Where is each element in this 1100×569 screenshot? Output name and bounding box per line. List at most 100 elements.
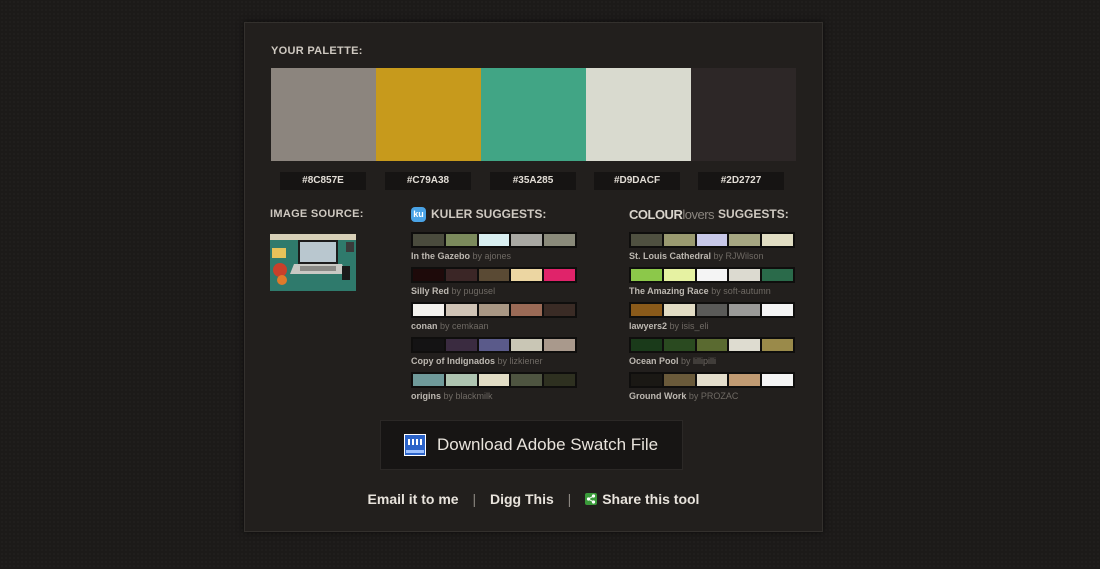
kuler-suggestion-swatches[interactable] [411, 232, 577, 248]
swatch-color [511, 374, 543, 386]
kuler-suggestion-caption: Silly Red by pugusel [411, 286, 577, 296]
swatch-color [445, 374, 477, 386]
swatch-color [511, 234, 543, 246]
palette-heading: YOUR PALETTE: [271, 45, 363, 57]
kuler-suggestion[interactable]: In the Gazebo by ajones [411, 232, 577, 261]
colourlovers-suggestion[interactable]: St. Louis Cathedral by RJWilson [629, 232, 795, 261]
kuler-suggestion-author[interactable]: by blackmilk [444, 391, 493, 401]
swatch-color [663, 374, 695, 386]
kuler-suggestion-caption: Copy of Indignados by lizkiener [411, 356, 577, 366]
colourlovers-suggestion-swatches[interactable] [629, 232, 795, 248]
colourlovers-suggestion[interactable]: lawyers2 by isis_eli [629, 302, 795, 331]
kuler-suggestion-name[interactable]: origins [411, 391, 441, 401]
colourlovers-suggestion[interactable]: Ocean Pool by lillipilli [629, 337, 795, 366]
swatch-color [729, 234, 761, 246]
kuler-suggestion-caption: origins by blackmilk [411, 391, 577, 401]
colourlovers-suggestion-author[interactable]: by PROZAC [689, 391, 739, 401]
share-links: Email it to me | Digg This | Share this … [245, 491, 822, 507]
colourlovers-suggestion[interactable]: The Amazing Race by soft-autumn [629, 267, 795, 296]
kuler-suggestion-name[interactable]: In the Gazebo [411, 251, 470, 261]
swatch-color [762, 269, 793, 281]
colourlovers-suggestion-name[interactable]: St. Louis Cathedral [629, 251, 711, 261]
swatch-color [631, 339, 662, 351]
hex-code-3[interactable]: #35A285 [490, 172, 576, 190]
kuler-suggestion-swatches[interactable] [411, 267, 577, 283]
image-source-heading: IMAGE SOURCE: [270, 208, 364, 220]
colourlovers-heading: COLOURlovers SUGGESTS: [629, 205, 799, 223]
swatch-color [696, 269, 728, 281]
colourlovers-suggestion-swatches[interactable] [629, 302, 795, 318]
swatch-color [445, 269, 477, 281]
colourlovers-suggestion-caption: Ground Work by PROZAC [629, 391, 795, 401]
share-icon [585, 493, 598, 505]
kuler-logo-icon: ku [411, 206, 426, 222]
swatch-color [631, 269, 662, 281]
kuler-suggestion-name[interactable]: conan [411, 321, 438, 331]
swatch-color [511, 339, 543, 351]
palette-swatch-3[interactable] [481, 68, 586, 161]
colourlovers-suggestion-swatches[interactable] [629, 337, 795, 353]
kuler-suggestion[interactable]: conan by cemkaan [411, 302, 577, 331]
palette-swatch-5[interactable] [691, 68, 796, 161]
kuler-suggestion[interactable]: Copy of Indignados by lizkiener [411, 337, 577, 366]
swatch-color [544, 304, 575, 316]
colourlovers-suggestion-swatches[interactable] [629, 267, 795, 283]
email-link[interactable]: Email it to me [368, 491, 459, 507]
palette-swatch-4[interactable] [586, 68, 691, 161]
download-swatch-label: Download Adobe Swatch File [437, 435, 659, 454]
kuler-suggestion-author[interactable]: by cemkaan [440, 321, 489, 331]
download-swatch-button[interactable]: Download Adobe Swatch File [380, 420, 683, 470]
image-source-thumbnail[interactable] [270, 234, 356, 291]
digg-link[interactable]: Digg This [490, 491, 554, 507]
share-link-label: Share this tool [602, 491, 700, 507]
kuler-suggestion-name[interactable]: Silly Red [411, 286, 449, 296]
colourlovers-suggestion-name[interactable]: lawyers2 [629, 321, 667, 331]
colourlovers-logo-bold: COLOUR [629, 206, 683, 222]
colourlovers-suggestion-name[interactable]: Ground Work [629, 391, 686, 401]
kuler-suggestion-swatches[interactable] [411, 337, 577, 353]
swatch-color [696, 374, 728, 386]
kuler-suggestion-author[interactable]: by ajones [473, 251, 512, 261]
swatch-color [544, 374, 575, 386]
colourlovers-suggestion-author[interactable]: by isis_eli [670, 321, 709, 331]
colourlovers-suggestion-author[interactable]: by lillipilli [681, 356, 716, 366]
swatch-color [478, 339, 510, 351]
kuler-suggestion-name[interactable]: Copy of Indignados [411, 356, 495, 366]
kuler-suggestion-swatches[interactable] [411, 302, 577, 318]
swatch-color [413, 269, 444, 281]
colourlovers-suggestion-name[interactable]: The Amazing Race [629, 286, 709, 296]
hex-code-4[interactable]: #D9DACF [594, 172, 680, 190]
swatch-color [478, 304, 510, 316]
colourlovers-suggestion-author[interactable]: by soft-autumn [711, 286, 771, 296]
kuler-suggestion-author[interactable]: by lizkiener [498, 356, 543, 366]
colourlovers-suggestion[interactable]: Ground Work by PROZAC [629, 372, 795, 401]
kuler-suggestion[interactable]: Silly Red by pugusel [411, 267, 577, 296]
palette-swatch-1[interactable] [271, 68, 376, 161]
hex-code-1[interactable]: #8C857E [280, 172, 366, 190]
share-link[interactable]: Share this tool [585, 491, 699, 507]
swatch-color [413, 374, 444, 386]
kuler-suggestion[interactable]: origins by blackmilk [411, 372, 577, 401]
colourlovers-suggestion-caption: St. Louis Cathedral by RJWilson [629, 251, 795, 261]
hex-code-2[interactable]: #C79A38 [385, 172, 471, 190]
swatch-color [663, 304, 695, 316]
kuler-suggestion-swatches[interactable] [411, 372, 577, 388]
link-separator: | [567, 491, 572, 507]
swatch-color [478, 234, 510, 246]
colourlovers-suggestion-swatches[interactable] [629, 372, 795, 388]
hex-code-5[interactable]: #2D2727 [698, 172, 784, 190]
swatch-color [511, 269, 543, 281]
colourlovers-suggestion-name[interactable]: Ocean Pool [629, 356, 679, 366]
laptop-photo-icon [270, 234, 356, 291]
palette-swatch-2[interactable] [376, 68, 481, 161]
colourlovers-suggestion-caption: Ocean Pool by lillipilli [629, 356, 795, 366]
swatch-color [729, 304, 761, 316]
swatch-color [729, 374, 761, 386]
kuler-suggestion-author[interactable]: by pugusel [452, 286, 496, 296]
swatch-color [544, 234, 575, 246]
swatch-color [413, 339, 444, 351]
kuler-suggestion-caption: In the Gazebo by ajones [411, 251, 577, 261]
swatch-color [478, 374, 510, 386]
swatch-color [762, 234, 793, 246]
colourlovers-suggestion-author[interactable]: by RJWilson [714, 251, 764, 261]
